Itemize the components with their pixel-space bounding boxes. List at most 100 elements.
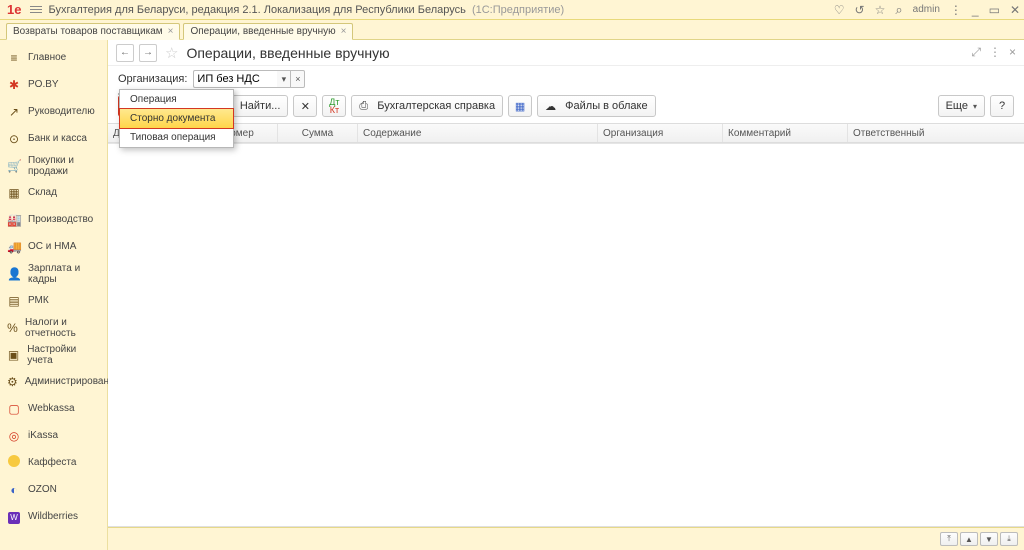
search-icon[interactable]: ⌕ xyxy=(895,2,902,18)
chevron-down-icon: ▾ xyxy=(973,102,977,111)
sidebar-item-label: Склад xyxy=(28,187,57,198)
org-input[interactable] xyxy=(193,70,277,88)
gear-icon: ⚙ xyxy=(7,375,18,389)
sidebar-item-label: РМК xyxy=(28,295,49,306)
sidebar-item-kaffesta[interactable]: Каффеста xyxy=(0,449,107,476)
dropdown-item-typical[interactable]: Типовая операция xyxy=(120,128,233,147)
sidebar-item-salary[interactable]: 👤Зарплата и кадры xyxy=(0,260,107,287)
help-label: ? xyxy=(999,100,1005,112)
bell-icon[interactable]: ♡ xyxy=(834,3,845,17)
org-row: Организация: ▾ × xyxy=(108,66,1024,92)
content-header: ← → ☆ Операции, введенные вручную ⤢ ⋮ × xyxy=(108,40,1024,66)
sidebar-item-assets[interactable]: 🚚 ОС и НМА xyxy=(0,233,107,260)
attach-button[interactable]: ▦ xyxy=(508,95,532,117)
tabs-bar: Возвраты товаров поставщикам × Операции,… xyxy=(0,20,1024,40)
history-icon[interactable]: ↺ xyxy=(855,3,865,17)
sidebar-item-ikassa[interactable]: ◎iKassa xyxy=(0,422,107,449)
tab-operations[interactable]: Операции, введенные вручную × xyxy=(183,23,353,40)
cancel-find-button[interactable]: ✕ xyxy=(293,95,317,117)
sidebar-item-bank[interactable]: ⊙ Банк и касса xyxy=(0,125,107,152)
accounting-ref-button[interactable]: ⎙ Бухгалтерская справка xyxy=(351,95,503,117)
th-label: Организация xyxy=(603,128,663,139)
th-comment[interactable]: Комментарий xyxy=(723,124,848,142)
find-button[interactable]: Найти... xyxy=(232,95,289,117)
th-label: Комментарий xyxy=(728,128,791,139)
sidebar-item-manager[interactable]: ↗Руководителю xyxy=(0,98,107,125)
titlebar: 1e Бухгалтерия для Беларуси, редакция 2.… xyxy=(0,0,1024,20)
org-clear-button[interactable]: × xyxy=(291,70,305,88)
sidebar-item-webkassa[interactable]: ▢ Webkassa xyxy=(0,395,107,422)
th-org[interactable]: Организация xyxy=(598,124,723,142)
sidebar-item-warehouse[interactable]: ▦ Склад xyxy=(0,179,107,206)
cloud-icon: ☁ xyxy=(545,100,556,113)
scroll-up-button[interactable]: ▲ xyxy=(960,532,978,546)
find-label: Найти... xyxy=(240,100,281,112)
sidebar-item-main[interactable]: ≡Главное xyxy=(0,44,107,71)
cancel-icon: ✕ xyxy=(301,100,310,113)
app-suffix: (1С:Предприятие) xyxy=(472,4,564,16)
back-button[interactable]: ← xyxy=(116,44,134,62)
grid-icon: ▦ xyxy=(7,186,21,200)
sidebar-item-label: Покупки и продажи xyxy=(28,155,100,177)
sidebar-item-label: Webkassa xyxy=(28,403,75,414)
sidebar-item-settings[interactable]: ▣Настройки учета xyxy=(0,341,107,368)
minimize-icon[interactable]: _ xyxy=(972,3,979,17)
sidebar-item-tax[interactable]: %Налоги и отчетность xyxy=(0,314,107,341)
tab-label: Операции, введенные вручную xyxy=(190,26,335,37)
sidebar-item-sales[interactable]: 🛒Покупки и продажи xyxy=(0,152,107,179)
factory-icon: 🏭 xyxy=(7,213,21,227)
user-label[interactable]: admin xyxy=(913,4,940,15)
more-icon[interactable]: ⋮ xyxy=(989,45,1001,60)
maximize-icon[interactable]: ▭ xyxy=(989,3,1000,17)
th-content[interactable]: Содержание xyxy=(358,124,598,142)
sidebar-item-label: ОС и НМА xyxy=(28,241,76,252)
sidebar-item-wildberries[interactable]: WWildberries xyxy=(0,503,107,530)
create-dropdown-menu[interactable]: Операция Сторно документа Типовая операц… xyxy=(119,89,234,148)
sidebar-item-label: PO.BY xyxy=(28,79,59,90)
sidebar-item-poby[interactable]: ✱ PO.BY xyxy=(0,71,107,98)
tab-close-icon[interactable]: × xyxy=(341,26,347,37)
files-cloud-button[interactable]: ☁ Файлы в облаке xyxy=(537,95,655,117)
help-button[interactable]: ? xyxy=(990,95,1014,117)
wallet-icon: ⊙ xyxy=(7,132,21,146)
th-responsible[interactable]: Ответственный xyxy=(848,124,1024,142)
tab-returns[interactable]: Возвраты товаров поставщикам × xyxy=(6,23,180,40)
sidebar-item-ozon[interactable]: ◐ OZON xyxy=(0,476,107,503)
org-dropdown-button[interactable]: ▾ xyxy=(277,70,291,88)
truck-icon: 🚚 xyxy=(7,240,21,254)
tab-close-icon[interactable]: × xyxy=(168,26,174,37)
close-page-icon[interactable]: × xyxy=(1009,45,1016,60)
dropdown-item-storno[interactable]: Сторно документа xyxy=(119,108,234,129)
forward-button[interactable]: → xyxy=(139,44,157,62)
sidebar-item-label: Банк и касса xyxy=(28,133,87,144)
th-sum[interactable]: Сумма xyxy=(278,124,358,142)
sidebar-item-label: iKassa xyxy=(28,430,58,441)
sidebar-item-label: Налоги и отчетность xyxy=(25,317,100,339)
favorite-icon[interactable]: ☆ xyxy=(165,44,178,62)
sidebar-item-admin[interactable]: ⚙Администрирование xyxy=(0,368,107,395)
more-button[interactable]: Еще ▾ xyxy=(938,95,985,117)
book-icon: ▣ xyxy=(7,348,20,362)
ozon-icon: ◐ xyxy=(7,483,21,497)
th-label: Сумма xyxy=(302,128,333,139)
scroll-top-button[interactable]: ⤒ xyxy=(940,532,958,546)
dropdown-item-operation[interactable]: Операция xyxy=(120,90,233,109)
sidebar-item-label: OZON xyxy=(28,484,57,495)
hamburger-icon[interactable] xyxy=(24,6,48,13)
spark-icon: ✱ xyxy=(7,78,21,92)
scroll-bottom-button[interactable]: ⤓ xyxy=(1000,532,1018,546)
person-icon: 👤 xyxy=(7,267,21,281)
sidebar-item-rmk[interactable]: ▤РМК xyxy=(0,287,107,314)
table-header: Дата↑ Номер Сумма Содержание Организация… xyxy=(108,123,1024,143)
star-icon[interactable]: ☆ xyxy=(875,3,886,17)
link-icon[interactable]: ⤢ xyxy=(971,45,981,60)
home-icon: ≡ xyxy=(7,51,21,65)
scroll-down-button[interactable]: ▼ xyxy=(980,532,998,546)
settings-icon[interactable]: ⋮ xyxy=(950,3,962,17)
th-label: Содержание xyxy=(363,128,421,139)
org-label: Организация: xyxy=(118,73,187,85)
dtkt-button[interactable]: ДтКт xyxy=(322,95,346,117)
close-icon[interactable]: ✕ xyxy=(1010,3,1020,17)
webkassa-icon: ▢ xyxy=(7,402,21,416)
sidebar-item-production[interactable]: 🏭Производство xyxy=(0,206,107,233)
